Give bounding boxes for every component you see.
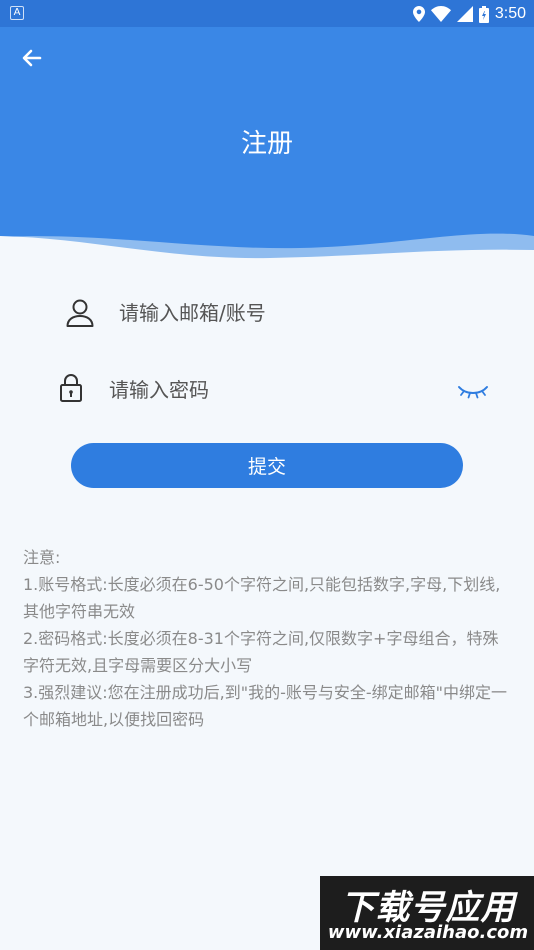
- location-icon: [412, 6, 425, 22]
- wifi-icon: [430, 6, 451, 22]
- page-title: 注册: [240, 129, 293, 159]
- account-field: [50, 288, 490, 338]
- app-notification-icon: A: [10, 6, 24, 20]
- user-icon: [66, 299, 94, 327]
- submit-button[interactable]: 提交: [71, 443, 463, 488]
- account-input[interactable]: [119, 293, 479, 333]
- watermark-url: www.xiazaihao.com: [327, 922, 529, 943]
- arrow-left-icon: [22, 49, 42, 67]
- status-icons: 3:50: [412, 4, 526, 24]
- eye-closed-icon: [458, 386, 488, 399]
- cellular-signal-icon: [456, 6, 473, 22]
- note-item-recommendation: 3.强烈建议:您在注册成功后,到"我的-账号与安全-绑定邮箱"中绑定一个邮箱地址…: [23, 683, 508, 729]
- battery-icon: [478, 5, 489, 23]
- notes-section: 注意: 1.账号格式:长度必须在6-50个字符之间,只能包括数字,字母,下划线,…: [23, 544, 511, 733]
- back-button[interactable]: [18, 45, 48, 71]
- status-time: 3:50: [494, 5, 526, 22]
- status-bar: A 3:50: [0, 0, 534, 27]
- notes-heading: 注意:: [23, 548, 61, 567]
- note-item-account-format: 1.账号格式:长度必须在6-50个字符之间,只能包括数字,字母,下划线,其他字符…: [23, 575, 501, 621]
- note-item-password-format: 2.密码格式:长度必须在8-31个字符之间,仅限数字+字母组合，特殊字符无效,且…: [23, 629, 499, 675]
- header-banner: 注册: [0, 27, 534, 272]
- password-input[interactable]: [109, 370, 439, 410]
- header-wave-decoration: [0, 233, 534, 272]
- password-field: [50, 365, 490, 415]
- lock-icon: [60, 374, 82, 402]
- watermark-logo: 下载号应用 www.xiazaihao.com: [320, 876, 534, 950]
- password-visibility-toggle[interactable]: [456, 377, 490, 401]
